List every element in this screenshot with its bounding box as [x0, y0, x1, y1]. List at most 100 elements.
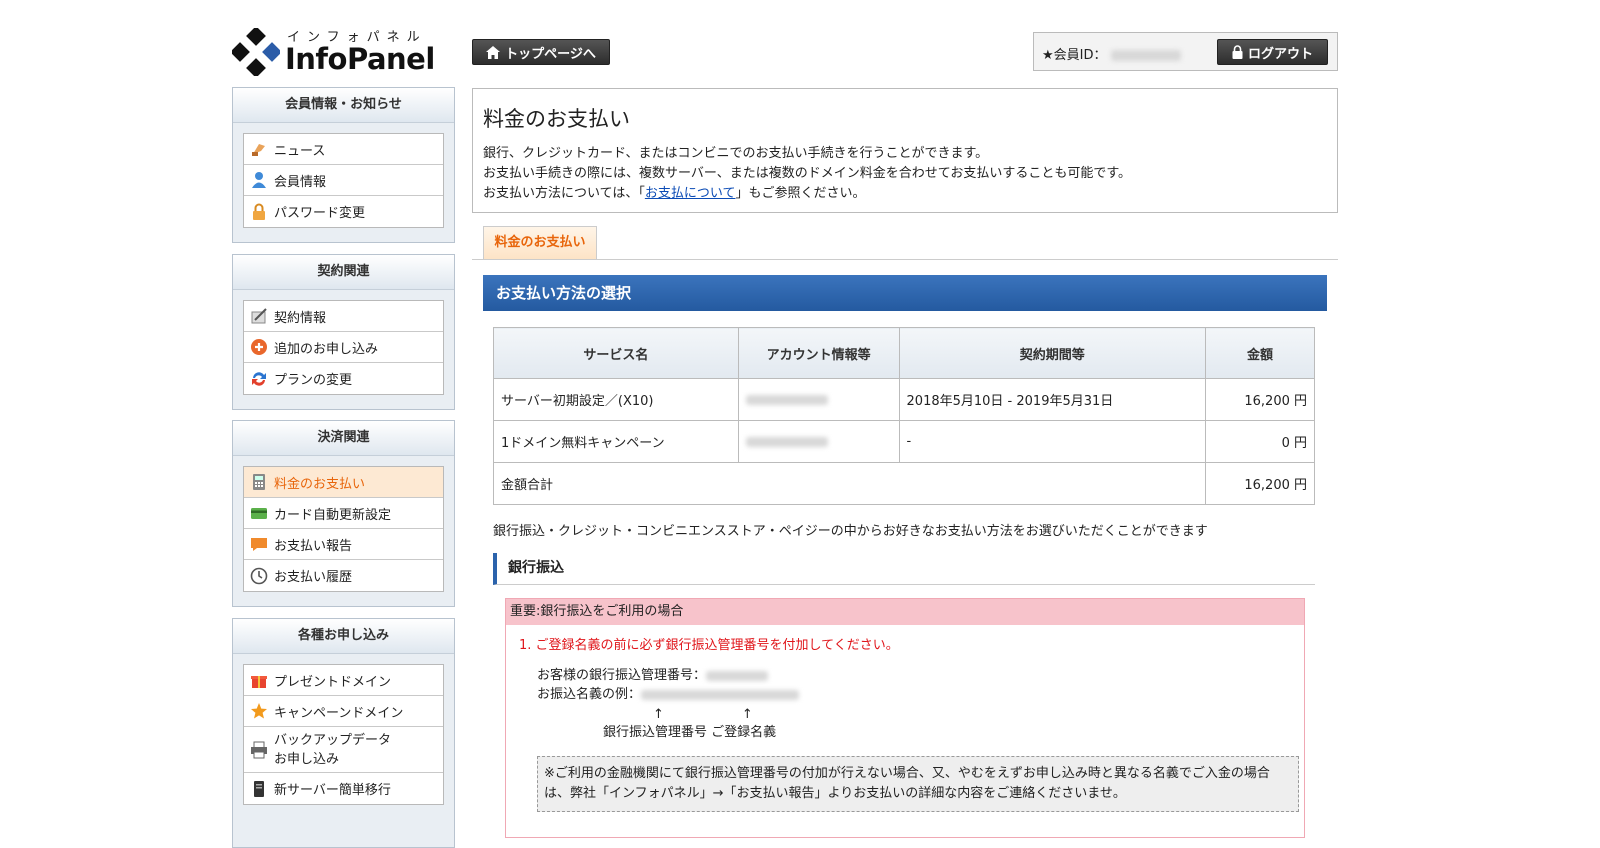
sidebar-item-label: 追加のお申し込み: [274, 341, 379, 357]
sidebar-section-applications: 各種お申し込み プレゼントドメイン キャンペーンドメイン バックアップデータ お…: [232, 618, 455, 848]
sidebar-list: ニュース 会員情報 パスワード変更: [243, 133, 444, 228]
logo-diamond-icon: [232, 28, 280, 76]
transfer-name-example-label: お振込名義の例：: [537, 687, 642, 702]
server-icon: [250, 780, 268, 798]
sidebar-list: 料金のお支払い カード自動更新設定 お支払い報告 お支払い履歴: [243, 466, 444, 592]
management-number-row: お客様の銀行振込管理番号：: [537, 666, 799, 685]
sidebar-section-title: 各種お申し込み: [233, 619, 454, 654]
intro-panel: 料金のお支払い 銀行、クレジットカード、またはコンビニでのお支払い手続きを行うこ…: [472, 88, 1338, 213]
sidebar-item-label: 料金のお支払い: [274, 476, 366, 492]
column-header: 金額: [1205, 327, 1315, 379]
arrow-labels: 銀行振込管理番号 ご登録名義: [603, 725, 777, 740]
sidebar-item-backup-data[interactable]: バックアップデータ お申し込み: [244, 727, 443, 773]
sidebar-item-member-info[interactable]: 会員情報: [244, 165, 443, 196]
amount-cell: 16,200 円: [1205, 378, 1315, 421]
notice-box: ※ご利用の金融機関にて銀行振込管理番号の付加が行えない場合、又、やむをえずお申し…: [537, 756, 1299, 812]
message-icon: [250, 535, 268, 553]
sidebar-list: 契約情報 追加のお申し込み プランの変更: [243, 300, 444, 395]
table-row: 1ドメイン無料キャンペーン - 0 円: [493, 420, 1315, 463]
sidebar-item-label: パスワード変更: [274, 206, 366, 221]
sidebar-item-plan-change[interactable]: プランの変更: [244, 363, 443, 394]
table-total-row: 金額合計 16,200 円: [492, 462, 1315, 505]
service-name-cell: 1ドメイン無料キャンペーン: [493, 420, 739, 463]
page-title: 料金のお支払い: [483, 107, 630, 131]
logo-name: InfoPanel: [285, 42, 435, 76]
payment-info-link[interactable]: お支払について: [645, 186, 736, 201]
sidebar-section-title: 会員情報・お知らせ: [233, 88, 454, 123]
important-box: 重要:銀行振込をご利用の場合 1. ご登録名義の前に必ず銀行振込管理番号を付加し…: [505, 598, 1305, 838]
sidebar-item-payment-report[interactable]: お支払い報告: [244, 529, 443, 560]
sidebar-item-present-domain[interactable]: プレゼントドメイン: [244, 665, 443, 696]
sidebar-item-password[interactable]: パスワード変更: [244, 196, 443, 227]
member-box: ★会員ID： ログアウト: [1033, 32, 1338, 71]
sidebar-item-label: お支払い報告: [274, 538, 353, 554]
account-cell: [737, 420, 900, 463]
total-amount-cell: 16,200 円: [1205, 462, 1315, 505]
top-page-label: トップページへ: [505, 46, 596, 62]
sidebar-section-contract: 契約関連 契約情報 追加のお申し込み プランの変更: [232, 254, 455, 410]
amount-cell: 0 円: [1205, 420, 1315, 463]
calculator-icon: [250, 473, 268, 491]
account-blurred: [745, 436, 828, 447]
lock-icon: [1232, 45, 1243, 59]
member-id-value-blurred: [1110, 50, 1181, 61]
sidebar-item-additional-order[interactable]: 追加のお申し込み: [244, 332, 443, 363]
sidebar-item-label: 新サーバー簡単移行: [274, 783, 391, 798]
sidebar-item-label: カード自動更新設定: [274, 507, 392, 523]
sidebar-item-payment[interactable]: 料金のお支払い: [244, 467, 443, 498]
period-cell: 2018年5月10日 - 2019年5月31日: [898, 378, 1207, 421]
tab-payment[interactable]: 料金のお支払い: [483, 226, 597, 260]
table-row: サーバー初期設定／(X10) 2018年5月10日 - 2019年5月31日 1…: [493, 378, 1315, 421]
sidebar-section-member: 会員情報・お知らせ ニュース 会員情報 パスワード変更: [232, 87, 455, 243]
user-icon: [250, 171, 268, 189]
intro-line-1: 銀行、クレジットカード、またはコンビニでのお支払い手続きを行うことができます。: [483, 146, 989, 161]
intro-line-3-before: お支払い方法については、「: [483, 186, 645, 201]
news-icon: [250, 140, 268, 158]
bank-transfer-heading: 銀行振込: [493, 553, 1315, 585]
sidebar-section-title: 決済関連: [233, 421, 454, 456]
arrow-marks: ↑ ↑: [653, 707, 753, 722]
sidebar-section-title: 契約関連: [233, 255, 454, 290]
refresh-icon: [250, 370, 268, 388]
sidebar-item-label: プレゼントドメイン: [274, 674, 392, 690]
sidebar-item-payment-history[interactable]: お支払い履歴: [244, 560, 443, 591]
sidebar-list: プレゼントドメイン キャンペーンドメイン バックアップデータ お申し込み 新サー…: [243, 664, 444, 805]
column-header: アカウント情報等: [737, 327, 900, 379]
clock-icon: [250, 567, 268, 585]
home-icon: [486, 45, 501, 59]
sidebar-item-card-renewal[interactable]: カード自動更新設定: [244, 498, 443, 529]
management-number-label: お客様の銀行振込管理番号：: [537, 668, 707, 683]
printer-icon: [250, 741, 268, 759]
table-header-row: サービス名 アカウント情報等 契約期間等 金額: [493, 327, 1315, 379]
account-blurred: [745, 394, 828, 405]
sidebar-item-label: プランの変更: [274, 373, 353, 388]
column-header: 契約期間等: [898, 327, 1207, 379]
important-heading: 重要:銀行振込をご利用の場合: [506, 599, 1304, 625]
sidebar-item-label: 会員情報: [274, 174, 327, 190]
member-id-label: ★会員ID：: [1042, 48, 1107, 63]
sidebar-item-news[interactable]: ニュース: [244, 134, 443, 165]
intro-line-3: お支払い方法については、「お支払について」もご参照ください。: [483, 184, 1327, 204]
sidebar-item-server-migration[interactable]: 新サーバー簡単移行: [244, 773, 443, 804]
logout-button[interactable]: ログアウト: [1217, 39, 1328, 65]
sidebar-item-label: キャンペーンドメイン: [274, 705, 404, 721]
infopanel-logo[interactable]: インフォパネル InfoPanel: [232, 26, 442, 76]
sidebar-item-contract-info[interactable]: 契約情報: [244, 301, 443, 332]
total-label-cell: 金額合計: [492, 462, 1207, 505]
intro-line-2: お支払い手続きの際には、複数サーバー、または複数のドメイン料金を合わせてお支払い…: [483, 166, 1132, 181]
sidebar-item-label: お支払い履歴: [274, 570, 353, 585]
gift-icon: [250, 671, 268, 689]
sidebar-item-label: バックアップデータ お申し込み: [274, 732, 392, 767]
top-page-button[interactable]: トップページへ: [472, 39, 610, 65]
card-icon: [250, 504, 268, 522]
period-cell: -: [898, 420, 1207, 463]
sidebar-item-campaign-domain[interactable]: キャンペーンドメイン: [244, 696, 443, 727]
transfer-name-example-row: お振込名義の例：: [537, 685, 800, 704]
account-cell: [737, 378, 900, 421]
section-title-payment-method: お支払い方法の選択: [483, 275, 1327, 311]
payment-method-note: 銀行振込・クレジット・コンビニエンスストア・ペイジーの中からお好きなお支払い方法…: [493, 524, 1208, 539]
intro-line-3-after: 」もご参照ください。: [735, 186, 866, 201]
management-number-blurred: [706, 670, 769, 681]
contract-icon: [250, 307, 268, 325]
plus-icon: [250, 338, 268, 356]
